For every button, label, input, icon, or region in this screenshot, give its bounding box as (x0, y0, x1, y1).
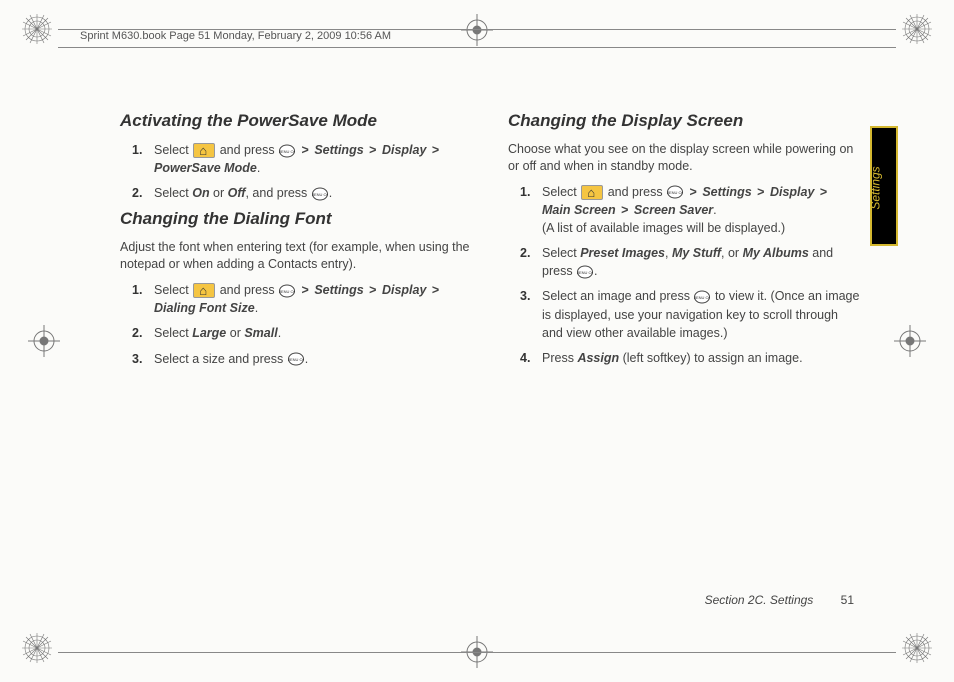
step: Select Large or Small. (120, 324, 472, 342)
page-footer: Section 2C. Settings 51 (705, 593, 854, 607)
menu-ok-icon: MENU OK (279, 283, 295, 299)
home-icon (193, 283, 215, 298)
intro-text: Choose what you see on the display scree… (508, 141, 860, 175)
step: Press Assign (left softkey) to assign an… (508, 349, 860, 367)
crop-line (58, 47, 896, 48)
steps-powersave: Select and press MENU OK > Settings > Di… (120, 141, 472, 202)
svg-text:MENU OK: MENU OK (279, 149, 295, 154)
svg-text:MENU OK: MENU OK (288, 357, 304, 362)
step: Select and press MENU OK > Settings > Di… (120, 141, 472, 177)
step: Select Preset Images, My Stuff, or My Al… (508, 244, 860, 280)
heading-dialing-font: Changing the Dialing Font (120, 209, 472, 229)
home-icon (193, 143, 215, 158)
right-column: Changing the Display Screen Choose what … (508, 105, 860, 375)
menu-ok-icon: MENU OK (667, 184, 683, 200)
menu-ok-icon: MENU OK (694, 289, 710, 305)
svg-text:MENU OK: MENU OK (667, 190, 683, 195)
home-icon (581, 185, 603, 200)
page-content: Activating the PowerSave Mode Select and… (120, 105, 860, 375)
left-column: Activating the PowerSave Mode Select and… (120, 105, 472, 375)
heading-powersave: Activating the PowerSave Mode (120, 111, 472, 131)
page-number: 51 (841, 593, 854, 607)
registration-mark-icon (894, 325, 926, 357)
step: Select an image and press MENU OK to vie… (508, 287, 860, 341)
registration-mark-icon (461, 14, 493, 46)
steps-display-screen: Select and press MENU OK > Settings > Di… (508, 183, 860, 367)
svg-text:MENU OK: MENU OK (577, 270, 593, 275)
crop-starburst-icon (22, 633, 52, 668)
menu-ok-icon: MENU OK (577, 264, 593, 280)
menu-ok-icon: MENU OK (279, 143, 295, 159)
section-label: Section 2C. Settings (705, 593, 814, 607)
step: Select a size and press MENU OK. (120, 350, 472, 368)
step: Select and press MENU OK > Settings > Di… (508, 183, 860, 237)
registration-mark-icon (28, 325, 60, 357)
crop-line (58, 652, 896, 653)
svg-text:MENU OK: MENU OK (279, 289, 295, 294)
heading-display-screen: Changing the Display Screen (508, 111, 860, 131)
svg-text:MENU OK: MENU OK (694, 295, 710, 300)
section-tab: Settings (870, 126, 898, 246)
crop-starburst-icon (902, 14, 932, 49)
section-tab-label: Settings (869, 166, 883, 209)
step: Select On or Off, and press MENU OK. (120, 184, 472, 202)
crop-starburst-icon (22, 14, 52, 49)
menu-ok-icon: MENU OK (288, 351, 304, 367)
svg-text:MENU OK: MENU OK (312, 192, 328, 197)
crop-starburst-icon (902, 633, 932, 668)
steps-dialing-font: Select and press MENU OK > Settings > Di… (120, 281, 472, 368)
menu-ok-icon: MENU OK (312, 186, 328, 202)
document-header: Sprint M630.book Page 51 Monday, Februar… (80, 30, 391, 42)
intro-text: Adjust the font when entering text (for … (120, 239, 472, 273)
step: Select and press MENU OK > Settings > Di… (120, 281, 472, 317)
